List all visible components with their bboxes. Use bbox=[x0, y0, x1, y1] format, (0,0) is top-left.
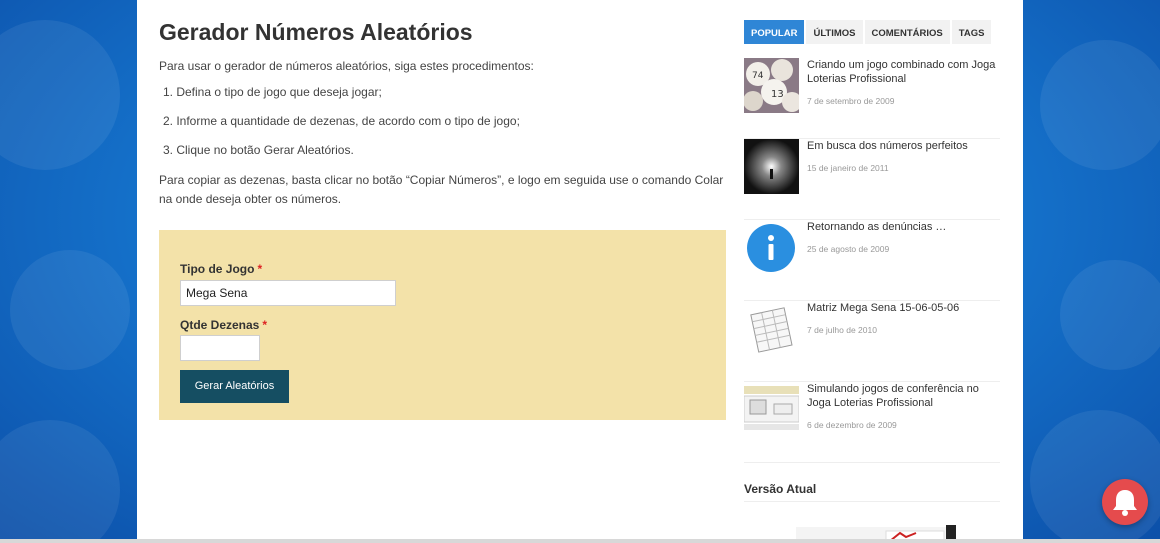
steps-list: 1. Defina o tipo de jogo que deseja joga… bbox=[159, 84, 726, 158]
divider bbox=[744, 501, 1000, 502]
page-title: Gerador Números Aleatórios bbox=[159, 19, 473, 45]
horizontal-scrollbar[interactable] bbox=[0, 539, 1160, 543]
post-item[interactable]: Matriz Mega Sena 15-06-05-06 7 de julho … bbox=[744, 301, 1000, 382]
post-date: 15 de janeiro de 2011 bbox=[807, 163, 889, 173]
post-date: 6 de dezembro de 2009 bbox=[807, 420, 897, 430]
tab-comments[interactable]: COMENTÁRIOS bbox=[864, 20, 950, 44]
game-type-label-text: Tipo de Jogo bbox=[180, 262, 255, 276]
tab-tags[interactable]: TAGS bbox=[951, 20, 992, 44]
count-label: Qtde Dezenas * bbox=[180, 318, 267, 332]
count-input[interactable] bbox=[180, 335, 260, 361]
sidebar: POPULAR ÚLTIMOS COMENTÁRIOS TAGS 13 74 C… bbox=[744, 20, 1000, 543]
tab-latest[interactable]: ÚLTIMOS bbox=[806, 20, 863, 44]
info-icon[interactable] bbox=[744, 220, 799, 275]
post-title[interactable]: Criando um jogo combinado com Joga Loter… bbox=[807, 58, 1000, 86]
bell-icon bbox=[1113, 490, 1137, 516]
svg-text:13: 13 bbox=[771, 89, 784, 100]
software-screenshot-image[interactable] bbox=[744, 382, 799, 437]
count-label-text: Qtde Dezenas bbox=[180, 318, 260, 332]
sidebar-tabs: POPULAR ÚLTIMOS COMENTÁRIOS TAGS bbox=[744, 20, 1000, 44]
svg-text:74: 74 bbox=[752, 71, 764, 81]
step-item: 3. Clique no botão Gerar Aleatórios. bbox=[163, 143, 354, 157]
lottery-balls-image[interactable]: 13 74 bbox=[744, 58, 799, 113]
game-type-label: Tipo de Jogo * bbox=[180, 262, 262, 276]
post-date: 7 de julho de 2010 bbox=[807, 325, 877, 335]
tab-popular[interactable]: POPULAR bbox=[744, 20, 805, 44]
game-type-input[interactable] bbox=[180, 280, 396, 306]
generator-form: Tipo de Jogo* Qtde Dezenas* Gerar Aleató… bbox=[159, 230, 726, 420]
post-title[interactable]: Em busca dos números perfeitos bbox=[807, 139, 1000, 153]
post-item[interactable]: Retornando as denúncias … 25 de agosto d… bbox=[744, 220, 1000, 301]
step-item: 2. Informe a quantidade de dezenas, de a… bbox=[163, 114, 520, 128]
required-mark: * bbox=[257, 262, 263, 276]
post-title[interactable]: Matriz Mega Sena 15-06-05-06 bbox=[807, 301, 1000, 315]
post-item[interactable]: Simulando jogos de conferência no Joga L… bbox=[744, 382, 1000, 463]
post-item[interactable]: 13 74 Criando um jogo combinado com Joga… bbox=[744, 58, 1000, 139]
post-title[interactable]: Simulando jogos de conferência no Joga L… bbox=[807, 382, 1000, 410]
step-item: 1. Defina o tipo de jogo que deseja joga… bbox=[163, 85, 382, 99]
main-content: Gerador Números Aleatórios Para usar o g… bbox=[159, 18, 726, 420]
notification-bell-button[interactable] bbox=[1102, 479, 1148, 525]
tunnel-light-image[interactable] bbox=[744, 139, 799, 194]
required-mark: * bbox=[262, 318, 268, 332]
post-date: 7 de setembro de 2009 bbox=[807, 96, 895, 106]
post-item[interactable]: Em busca dos números perfeitos 15 de jan… bbox=[744, 139, 1000, 220]
post-date: 25 de agosto de 2009 bbox=[807, 244, 890, 254]
current-version-title: Versão Atual bbox=[744, 482, 817, 496]
copy-instructions: Para copiar as dezenas, basta clicar no … bbox=[159, 173, 724, 206]
intro-text: Para usar o gerador de números aleatório… bbox=[159, 59, 534, 73]
generate-button[interactable]: Gerar Aleatórios bbox=[180, 370, 289, 403]
spreadsheet-image[interactable] bbox=[744, 301, 799, 356]
page-container: Gerador Números Aleatórios Para usar o g… bbox=[137, 0, 1023, 543]
post-title[interactable]: Retornando as denúncias … bbox=[807, 220, 1000, 234]
